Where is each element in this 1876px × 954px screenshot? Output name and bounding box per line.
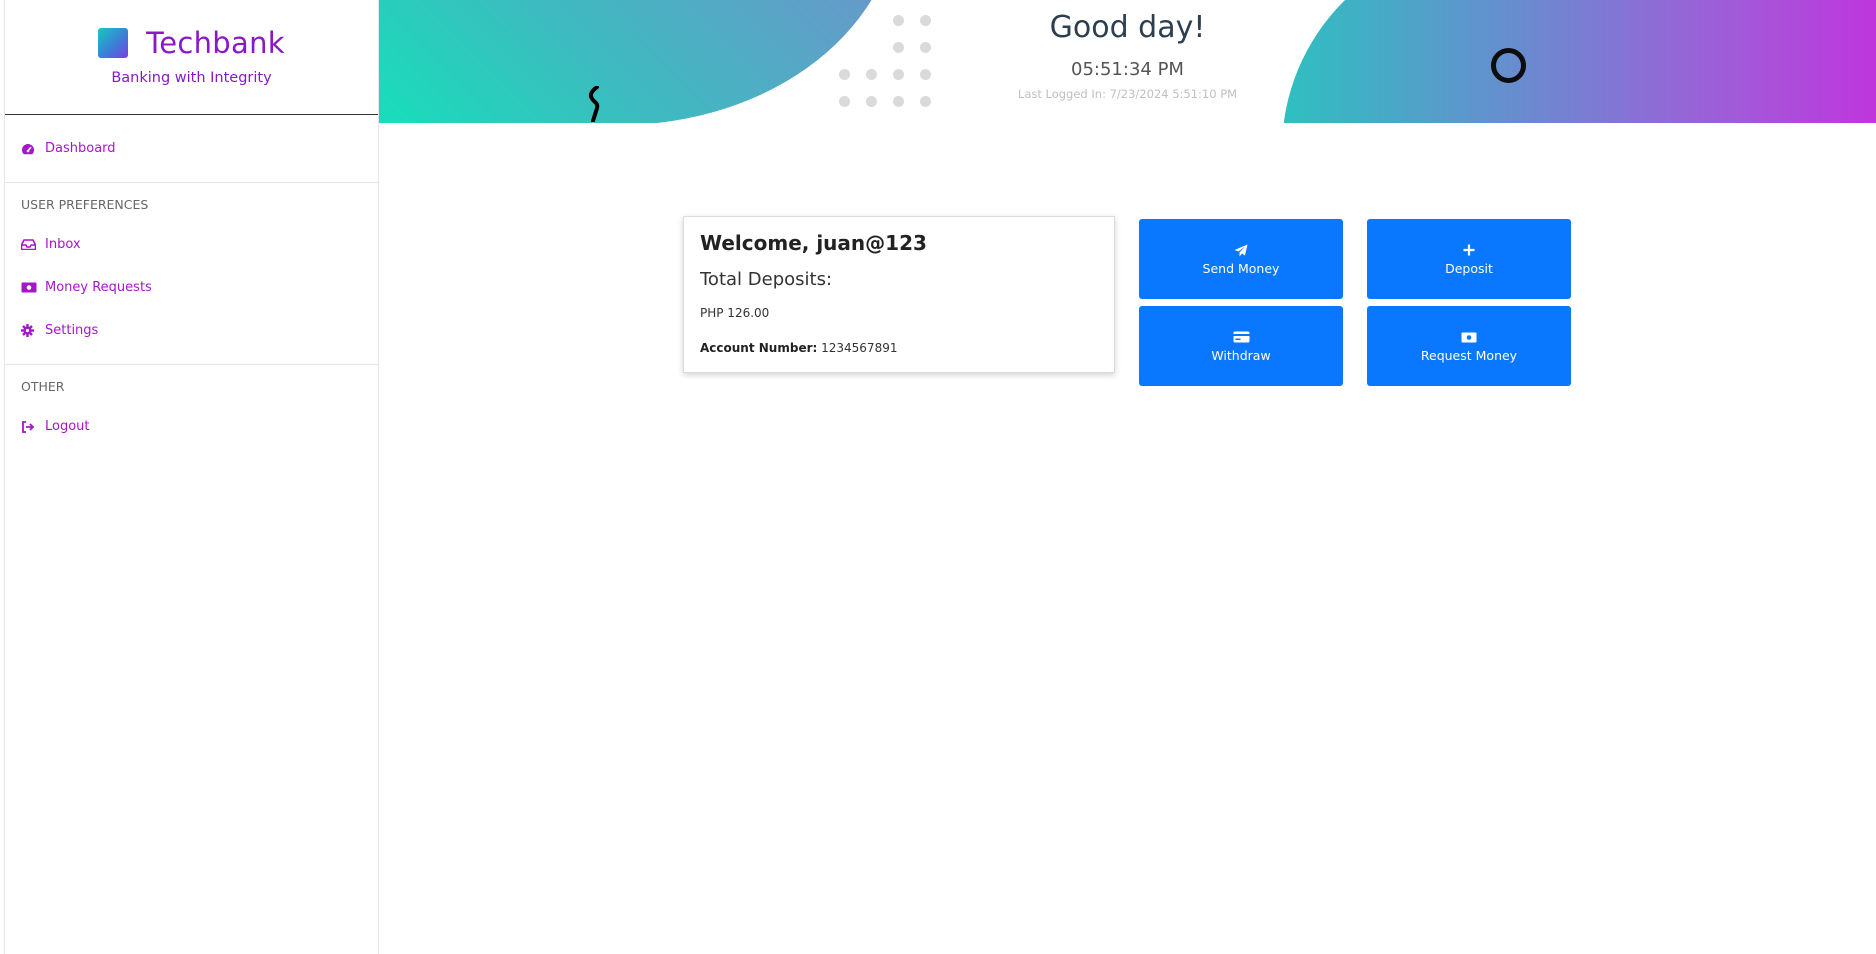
deposit-button[interactable]: Deposit: [1367, 219, 1571, 299]
sidebar-item-label: Dashboard: [45, 141, 116, 156]
decorative-dot: [839, 69, 850, 80]
gear-icon: [21, 324, 43, 337]
sidebar-item-money-requests[interactable]: Money Requests: [5, 266, 378, 309]
button-label: Send Money: [1202, 261, 1280, 276]
decorative-wave-left: [379, 0, 899, 123]
decorative-dot: [866, 96, 877, 107]
sidebar-item-dashboard[interactable]: Dashboard: [5, 127, 378, 170]
current-time: 05:51:34 PM: [1071, 59, 1184, 80]
button-label: Request Money: [1420, 348, 1518, 363]
greeting-title: Good day!: [1049, 10, 1206, 45]
brand-tagline: Banking with Integrity: [111, 70, 272, 86]
sidebar-item-label: Money Requests: [45, 280, 152, 295]
decorative-dot: [920, 69, 931, 80]
header-banner: Good day! 05:51:34 PM Last Logged In: 7/…: [379, 0, 1876, 123]
decorative-ring-icon: [1491, 48, 1526, 83]
credit-card-icon: [1233, 329, 1250, 345]
account-summary-card: Welcome, juan@123 Total Deposits: PHP 12…: [683, 216, 1115, 373]
decorative-dot: [893, 42, 904, 53]
techbank-logo-icon: [98, 28, 129, 58]
decorative-dot: [866, 69, 877, 80]
button-label: Withdraw: [1211, 348, 1271, 363]
total-deposits-label: Total Deposits:: [700, 269, 833, 290]
account-number-label: Account Number:: [700, 341, 818, 355]
decorative-dot: [920, 15, 931, 26]
section-heading-other: OTHER: [21, 379, 65, 394]
decorative-wave-right: [1282, 0, 1876, 123]
brand: Techbank Banking with Integrity: [5, 0, 378, 115]
sidebar-item-settings[interactable]: Settings: [5, 309, 378, 352]
plus-icon: [1463, 242, 1475, 258]
money-bill-icon: [21, 282, 43, 293]
decorative-dot: [893, 69, 904, 80]
withdraw-button[interactable]: Withdraw: [1139, 306, 1343, 386]
logout-icon: [21, 420, 43, 433]
sidebar-item-inbox[interactable]: Inbox: [5, 223, 378, 266]
paper-plane-icon: [1234, 242, 1248, 258]
deposit-amount: PHP 126.00: [700, 306, 770, 320]
account-number-row: Account Number: 1234567891: [700, 341, 1098, 355]
gauge-icon: [21, 143, 43, 155]
money-bill-icon: [1461, 329, 1477, 345]
last-login: Last Logged In: 7/23/2024 5:51:10 PM: [1017, 87, 1238, 101]
sidebar-item-logout[interactable]: Logout: [5, 405, 378, 448]
inbox-icon: [21, 239, 43, 250]
brand-name[interactable]: Techbank: [146, 26, 285, 60]
decorative-dot: [893, 15, 904, 26]
decorative-dot: [893, 96, 904, 107]
sidebar-item-label: Inbox: [45, 237, 81, 252]
button-label: Deposit: [1445, 261, 1493, 276]
request-money-button[interactable]: Request Money: [1367, 306, 1571, 386]
sidebar: Techbank Banking with Integrity Dashboar…: [4, 0, 379, 954]
decorative-dot: [920, 96, 931, 107]
decorative-dot: [920, 42, 931, 53]
sidebar-item-label: Logout: [45, 419, 90, 434]
account-number-value: 1234567891: [821, 341, 898, 355]
section-heading-user-preferences: USER PREFERENCES: [21, 197, 149, 212]
sidebar-item-label: Settings: [45, 323, 99, 338]
decorative-dot: [839, 96, 850, 107]
welcome-heading: Welcome, juan@123: [700, 231, 927, 255]
send-money-button[interactable]: Send Money: [1139, 219, 1343, 299]
squiggle-icon: [588, 86, 600, 122]
